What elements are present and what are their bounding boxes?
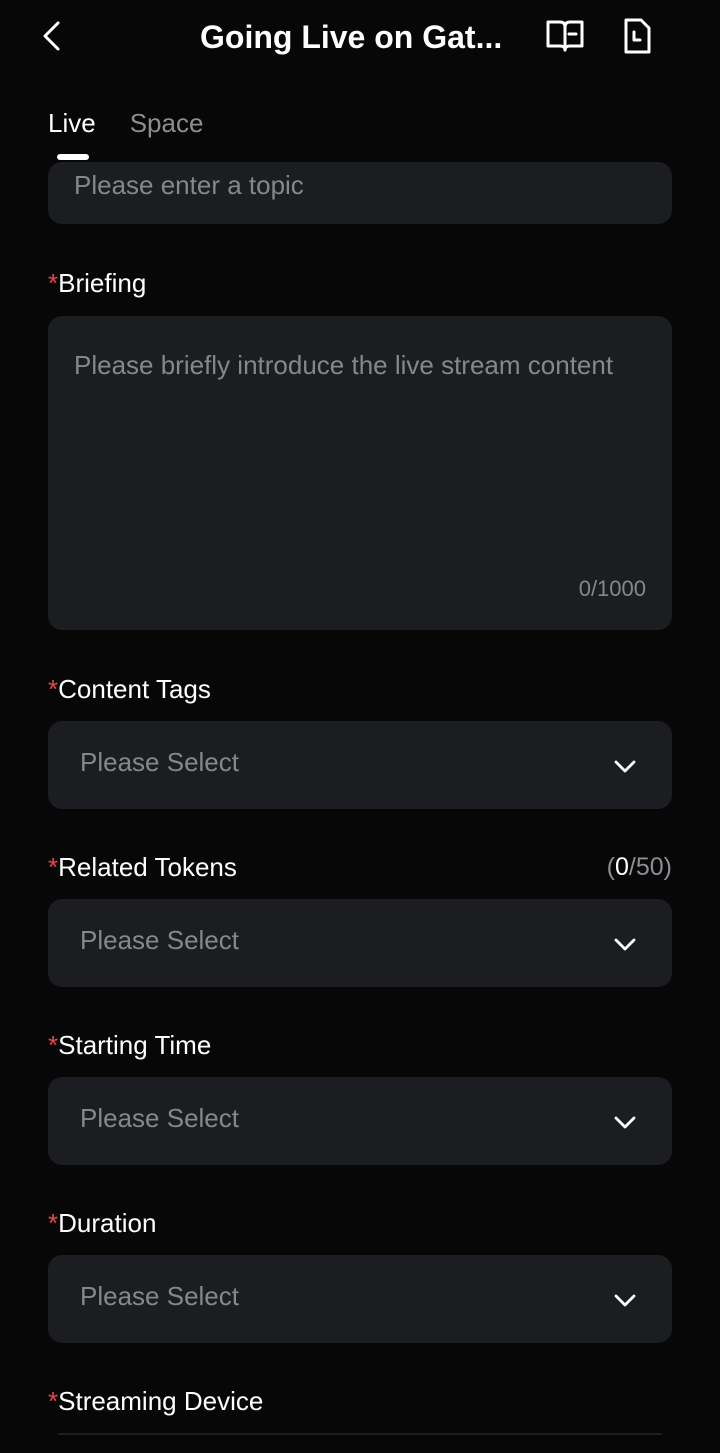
chevron-down-icon (614, 938, 636, 951)
header: Going Live on Gat... (0, 0, 720, 80)
required-mark: * (48, 1386, 59, 1416)
count-current: 0 (615, 853, 629, 881)
required-mark: * (48, 852, 59, 882)
starting-time-label: *Starting Time (48, 1030, 211, 1061)
duration-label: *Duration (48, 1208, 156, 1239)
related-tokens-count: (0/50) (607, 853, 672, 882)
history-button[interactable] (617, 16, 657, 56)
content-tags-placeholder: Please Select (80, 747, 239, 777)
related-tokens-label: *Related Tokens (48, 852, 237, 883)
duration-select[interactable]: Please Select (48, 1255, 672, 1343)
starting-time-placeholder: Please Select (80, 1103, 239, 1133)
starting-time-label-text: Starting Time (58, 1030, 212, 1060)
document-clock-icon (624, 18, 651, 54)
related-tokens-select[interactable]: Please Select (48, 899, 672, 987)
tab-live[interactable]: Live (48, 104, 96, 164)
topic-input[interactable]: Please enter a topic (48, 162, 672, 224)
streaming-device-label-text: Streaming Device (58, 1386, 264, 1416)
required-mark: * (48, 268, 59, 298)
content-tags-label-text: Content Tags (58, 674, 211, 704)
tab-space[interactable]: Space (130, 104, 204, 164)
book-icon (546, 20, 584, 52)
chevron-down-icon (614, 760, 636, 773)
count-open: ( (606, 853, 615, 881)
related-tokens-label-text: Related Tokens (58, 852, 237, 882)
chevron-left-icon (43, 21, 60, 51)
required-mark: * (48, 674, 59, 704)
briefing-placeholder: Please briefly introduce the live stream… (74, 350, 614, 380)
divider (58, 1433, 662, 1435)
starting-time-select[interactable]: Please Select (48, 1077, 672, 1165)
duration-placeholder: Please Select (80, 1281, 239, 1311)
required-mark: * (48, 1208, 59, 1238)
page-title: Going Live on Gat... (200, 19, 503, 55)
content-tags-select[interactable]: Please Select (48, 721, 672, 809)
tab-bar: Live Space (48, 104, 203, 164)
briefing-counter: 0/1000 (578, 576, 646, 601)
topic-placeholder: Please enter a topic (74, 170, 304, 200)
briefing-label: *Briefing (48, 268, 146, 299)
count-rest: /50) (628, 853, 672, 881)
required-mark: * (48, 1030, 59, 1060)
guide-button[interactable] (545, 16, 585, 56)
chevron-down-icon (614, 1294, 636, 1307)
streaming-device-label: *Streaming Device (48, 1386, 263, 1417)
briefing-textarea[interactable]: Please briefly introduce the live stream… (48, 316, 672, 630)
briefing-label-text: Briefing (58, 268, 147, 298)
related-tokens-placeholder: Please Select (80, 925, 239, 955)
back-button[interactable] (36, 16, 72, 56)
chevron-down-icon (614, 1116, 636, 1129)
content-tags-label: *Content Tags (48, 674, 211, 705)
duration-label-text: Duration (58, 1208, 157, 1238)
